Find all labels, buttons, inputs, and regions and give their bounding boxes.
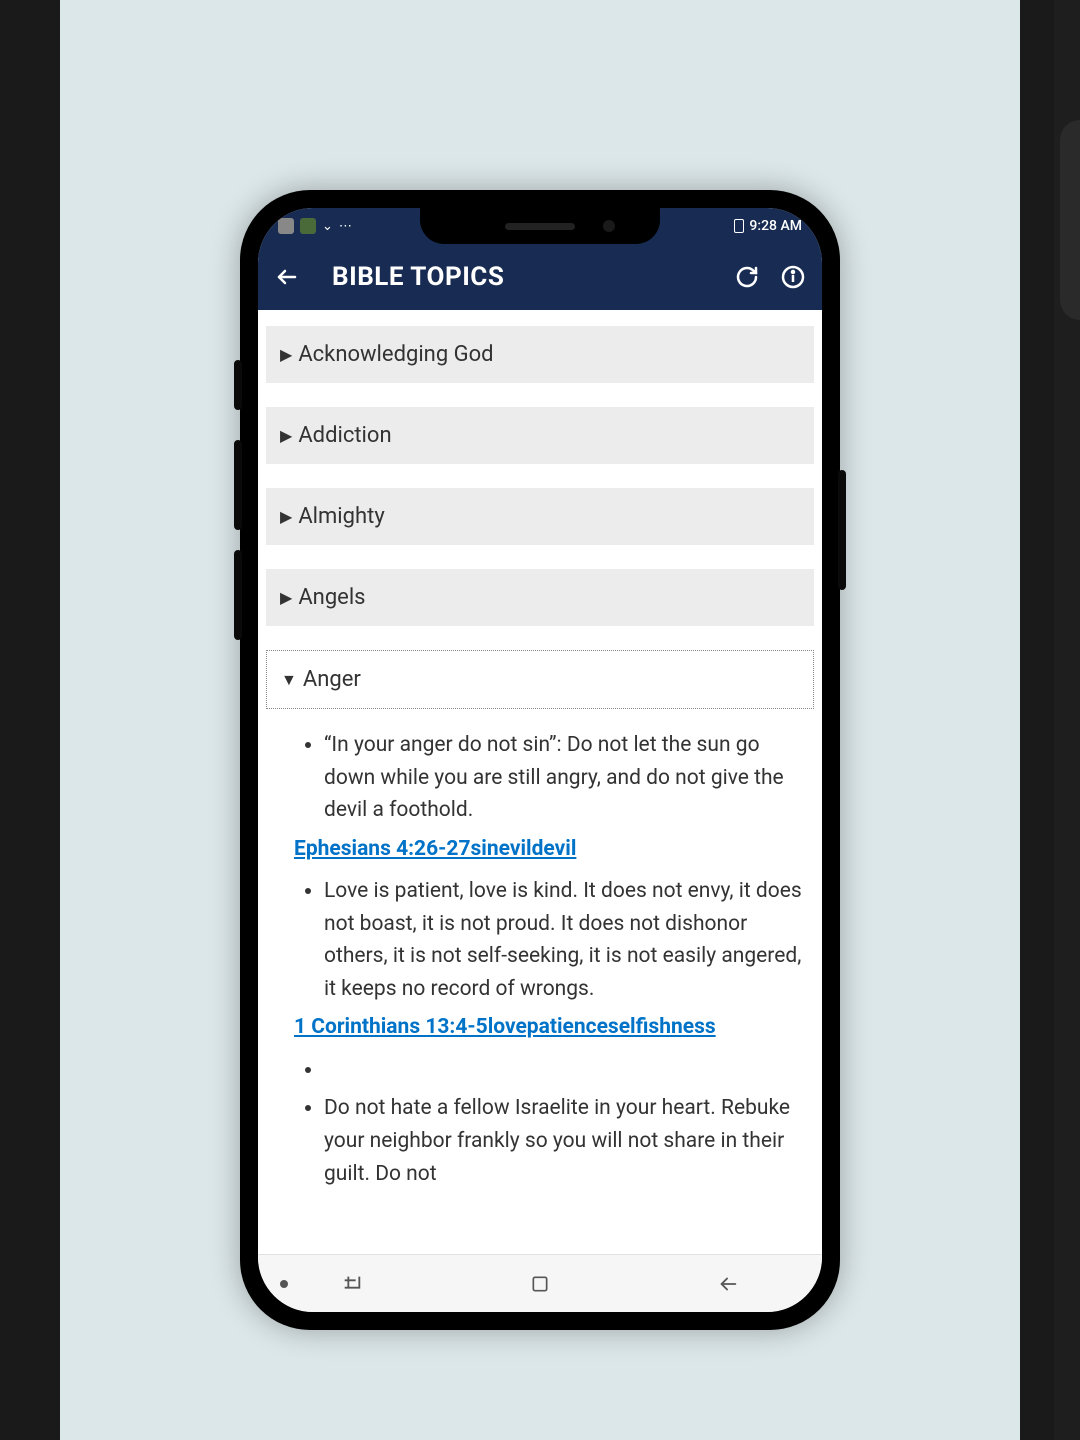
status-right: 9:28 AM — [734, 218, 802, 234]
phone-notch — [420, 208, 660, 244]
topic-label: Anger — [303, 667, 361, 692]
phone-side-button — [234, 550, 242, 640]
status-icon — [278, 218, 294, 234]
back-button[interactable] — [274, 264, 300, 290]
app-bar: BIBLE TOPICS — [258, 244, 822, 310]
verse-link[interactable]: Ephesians 4:26-27sinevildevil — [294, 833, 804, 866]
topic-label: Addiction — [298, 423, 391, 448]
topic-label: Acknowledging God — [298, 342, 493, 367]
verse-text: Love is patient, love is kind. It does n… — [324, 875, 804, 1005]
info-button[interactable] — [780, 264, 806, 290]
nav-recent-button[interactable] — [339, 1271, 365, 1297]
status-icon: ⋯ — [339, 219, 352, 234]
system-nav-bar — [258, 1254, 822, 1312]
status-icon — [300, 218, 316, 234]
status-icon: ⌄ — [322, 219, 333, 234]
nav-home-button[interactable] — [527, 1271, 553, 1297]
page-title: BIBLE TOPICS — [320, 262, 714, 292]
refresh-button[interactable] — [734, 264, 760, 290]
nav-dot — [280, 1280, 288, 1288]
speaker — [505, 223, 575, 230]
phone-frame: ⌄ ⋯ 9:28 AM BIBLE TOPICS ▶ Acknowl — [240, 190, 840, 1330]
right-edge-curve — [1060, 120, 1080, 320]
topic-item-almighty[interactable]: ▶ Almighty — [266, 488, 814, 545]
front-camera — [603, 220, 615, 232]
verse-text: “In your anger do not sin”: Do not let t… — [324, 729, 804, 827]
topic-item-acknowledging-god[interactable]: ▶ Acknowledging God — [266, 326, 814, 383]
verse-text: Do not hate a fellow Israelite in your h… — [324, 1092, 804, 1190]
topic-item-angels[interactable]: ▶ Angels — [266, 569, 814, 626]
nav-back-button[interactable] — [715, 1271, 741, 1297]
topic-item-anger[interactable]: ▼ Anger — [266, 650, 814, 709]
verse-text — [324, 1054, 804, 1087]
verse-link[interactable]: 1 Corinthians 13:4-5lovepatienceselfishn… — [294, 1011, 804, 1044]
arrow-right-icon: ▶ — [280, 507, 292, 526]
status-left-icons: ⌄ ⋯ — [278, 218, 352, 234]
arrow-down-icon: ▼ — [281, 670, 297, 690]
topic-expanded-content: “In your anger do not sin”: Do not let t… — [266, 719, 814, 1190]
content-area[interactable]: ▶ Acknowledging God ▶ Addiction ▶ Almigh… — [258, 310, 822, 1254]
topic-label: Angels — [298, 585, 365, 610]
arrow-right-icon: ▶ — [280, 426, 292, 445]
phone-side-button — [234, 440, 242, 530]
arrow-right-icon: ▶ — [280, 345, 292, 364]
status-time: 9:28 AM — [749, 218, 802, 234]
topic-label: Almighty — [298, 504, 384, 529]
arrow-right-icon: ▶ — [280, 588, 292, 607]
phone-side-button — [838, 470, 846, 590]
phone-screen: ⌄ ⋯ 9:28 AM BIBLE TOPICS ▶ Acknowl — [258, 208, 822, 1312]
phone-side-button — [234, 360, 242, 410]
battery-icon — [734, 219, 744, 233]
topic-item-addiction[interactable]: ▶ Addiction — [266, 407, 814, 464]
